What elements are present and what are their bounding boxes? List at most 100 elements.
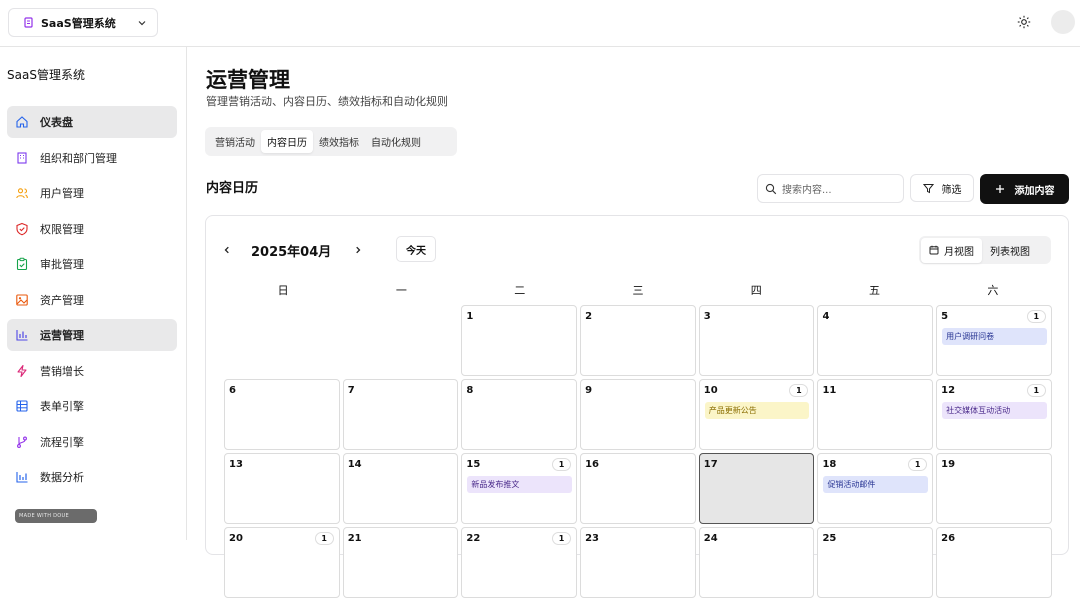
prev-month-chevron-left-icon[interactable] — [218, 241, 236, 259]
calendar-day-cell[interactable]: 12 1 社交媒体互动活动 — [936, 379, 1052, 450]
calendar-event[interactable]: 产品更新公告 — [704, 402, 810, 419]
sidebar-item-label: 资产管理 — [40, 293, 84, 307]
app-switcher[interactable]: SaaS管理系统 — [8, 8, 158, 37]
filter-button[interactable]: 筛选 — [910, 174, 974, 202]
git-branch-icon — [15, 435, 29, 449]
today-button[interactable]: 今天 — [396, 236, 436, 262]
sidebar-item-marketing[interactable]: 营销增长 — [7, 355, 177, 387]
calendar-day-cell[interactable]: 19 — [936, 453, 1052, 524]
day-number: 17 — [703, 459, 718, 470]
tab-campaigns[interactable]: 营销活动 — [209, 130, 261, 153]
weekday-label: 日 — [277, 284, 289, 297]
page-title: 运营管理 — [206, 68, 290, 92]
calendar-event[interactable]: 促销活动邮件 — [823, 476, 929, 493]
sidebar-item-permissions[interactable]: 权限管理 — [7, 213, 177, 245]
calendar-day-cell[interactable]: 13 — [224, 453, 340, 524]
calendar-month-label: 2025年04月 — [251, 244, 332, 260]
calendar-day-cell[interactable]: 8 — [461, 379, 578, 450]
calendar-day-cell[interactable]: 10 1 产品更新公告 — [698, 379, 815, 450]
event-count-badge: 1 — [552, 458, 572, 471]
day-number: 11 — [822, 385, 837, 396]
filter-label: 筛选 — [941, 184, 962, 196]
calendar-day-cell[interactable]: 1 — [461, 305, 578, 376]
day-number: 26 — [941, 533, 956, 544]
calendar-day-cell[interactable]: 3 — [698, 305, 815, 376]
calendar-event[interactable]: 用户调研问卷 — [942, 328, 1047, 345]
calendar-event[interactable]: 新品发布推文 — [467, 476, 573, 493]
sidebar-title: SaaS管理系统 — [7, 68, 85, 82]
day-number: 24 — [703, 533, 718, 544]
chevron-down-icon — [137, 18, 147, 28]
sidebar-item-analytics[interactable]: 数据分析 — [7, 461, 177, 493]
theme-toggle-sun-icon[interactable] — [1017, 15, 1031, 29]
day-number: 12 — [941, 385, 956, 396]
calendar-day-cell[interactable]: 6 — [224, 379, 340, 450]
made-with-badge[interactable]: MADE WITH DOUE — [15, 509, 97, 523]
sidebar-item-label: 权限管理 — [40, 222, 84, 236]
sidebar-item-label: 营销增长 — [40, 364, 84, 378]
view-month[interactable]: 月视图 — [921, 237, 982, 263]
calendar-day-cell[interactable]: 15 1 新品发布推文 — [461, 453, 578, 524]
calendar-empty-cell — [342, 305, 459, 376]
next-month-chevron-right-icon[interactable] — [349, 241, 367, 259]
sidebar-item-operations[interactable]: 运营管理 — [7, 319, 177, 351]
add-content-label: 添加内容 — [1014, 185, 1055, 197]
tab-list: 营销活动 内容日历 绩效指标 自动化规则 — [205, 127, 457, 156]
sidebar-nav: 仪表盘 组织和部门管理 用户管理 权限管理 审批管理 资产管理 运营管理 营销增… — [7, 106, 177, 497]
sidebar-item-workflow-engine[interactable]: 流程引擎 — [7, 426, 177, 458]
calendar-day-cell[interactable]: 26 — [936, 527, 1052, 598]
tab-performance[interactable]: 绩效指标 — [313, 130, 365, 153]
calendar-day-cell[interactable]: 14 — [342, 453, 459, 524]
calendar-day-cell[interactable]: 2 — [580, 305, 696, 376]
add-content-button[interactable]: 添加内容 — [980, 174, 1069, 204]
calendar-day-cell[interactable]: 16 — [580, 453, 696, 524]
event-count-badge: 1 — [908, 458, 928, 471]
calendar-day-cell[interactable]: 11 — [817, 379, 934, 450]
calendar-day-cell[interactable]: 21 — [342, 527, 459, 598]
sidebar-item-approvals[interactable]: 审批管理 — [7, 248, 177, 280]
tab-automation[interactable]: 自动化规则 — [365, 130, 427, 153]
calendar-day-cell[interactable]: 5 1 用户调研问卷 — [936, 305, 1052, 376]
day-number: 10 — [703, 385, 718, 396]
calendar-day-cell[interactable]: 9 — [580, 379, 696, 450]
sidebar-item-organization[interactable]: 组织和部门管理 — [7, 142, 177, 174]
calendar-day-cell[interactable]: 22 1 — [461, 527, 578, 598]
sidebar-item-users[interactable]: 用户管理 — [7, 177, 177, 209]
sidebar-item-label: 审批管理 — [40, 258, 84, 271]
calendar-day-cell[interactable]: 20 1 — [224, 527, 340, 598]
calendar-day-cell[interactable]: 17 — [698, 453, 815, 524]
sidebar-item-dashboard[interactable]: 仪表盘 — [7, 106, 177, 138]
sidebar-item-label: 流程引擎 — [40, 435, 84, 449]
image-icon — [15, 293, 29, 307]
weekday-label: 一 — [395, 284, 407, 297]
sidebar-item-label: 运营管理 — [40, 329, 84, 342]
view-toggle: 月视图 列表视图 — [919, 236, 1051, 264]
weekday-label: 二 — [514, 284, 526, 297]
weekday-label: 四 — [750, 284, 762, 297]
search-input[interactable]: 搜索内容... — [757, 174, 904, 203]
view-list[interactable]: 列表视图 — [982, 238, 1038, 263]
calendar-day-cell[interactable]: 24 — [698, 527, 815, 598]
day-number: 21 — [347, 533, 362, 544]
calendar-day-cell[interactable]: 23 — [580, 527, 696, 598]
bar-chart-icon — [15, 328, 29, 342]
sidebar-item-assets[interactable]: 资产管理 — [7, 284, 177, 316]
calendar-event[interactable]: 社交媒体互动活动 — [942, 402, 1047, 419]
search-placeholder: 搜索内容... — [782, 185, 832, 196]
calendar-day-cell[interactable]: 25 — [817, 527, 934, 598]
day-number: 23 — [585, 533, 599, 544]
home-icon — [15, 115, 29, 129]
weekday-header: 日 一 二 三 四 五 六 — [224, 282, 1052, 298]
plus-icon — [995, 184, 1005, 194]
calendar-day-cell[interactable]: 7 — [342, 379, 459, 450]
user-avatar[interactable] — [1051, 10, 1075, 34]
calendar-day-cell[interactable]: 18 1 促销活动邮件 — [817, 453, 934, 524]
calendar-day-cell[interactable]: 4 — [817, 305, 934, 376]
sidebar-item-form-engine[interactable]: 表单引擎 — [7, 390, 177, 422]
day-number: 25 — [822, 533, 837, 544]
section-title: 内容日历 — [206, 181, 259, 196]
event-count-badge: 1 — [1026, 310, 1046, 323]
clipboard-check-icon — [15, 257, 29, 271]
tab-content-calendar[interactable]: 内容日历 — [261, 130, 313, 153]
app-name: SaaS管理系统 — [41, 16, 116, 30]
